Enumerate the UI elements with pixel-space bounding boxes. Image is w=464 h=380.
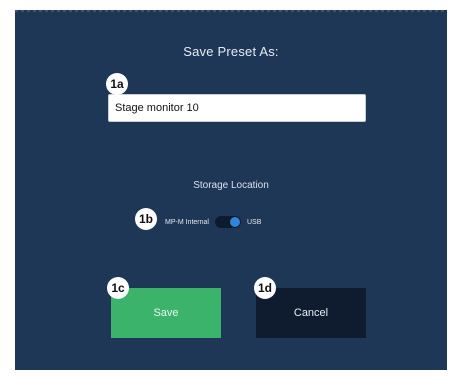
callout-1a: 1a (106, 73, 128, 95)
callout-1b: 1b (135, 208, 157, 230)
preset-name-input[interactable] (108, 94, 366, 122)
switch-knob (229, 217, 240, 227)
callout-1c: 1c (107, 277, 129, 299)
storage-location-switch[interactable] (214, 216, 241, 228)
dialog-title: Save Preset As: (183, 44, 279, 59)
save-button[interactable]: Save (111, 288, 221, 338)
callout-1d: 1d (254, 277, 276, 299)
save-preset-dialog: Save Preset As: Storage Location MP-M In… (15, 10, 447, 370)
storage-location-label: Storage Location (193, 180, 269, 191)
storage-option-usb-label: USB (246, 218, 262, 226)
storage-option-internal-label: MP-M Internal (165, 218, 209, 226)
storage-location-toggle-row: MP-M Internal USB (165, 213, 261, 231)
